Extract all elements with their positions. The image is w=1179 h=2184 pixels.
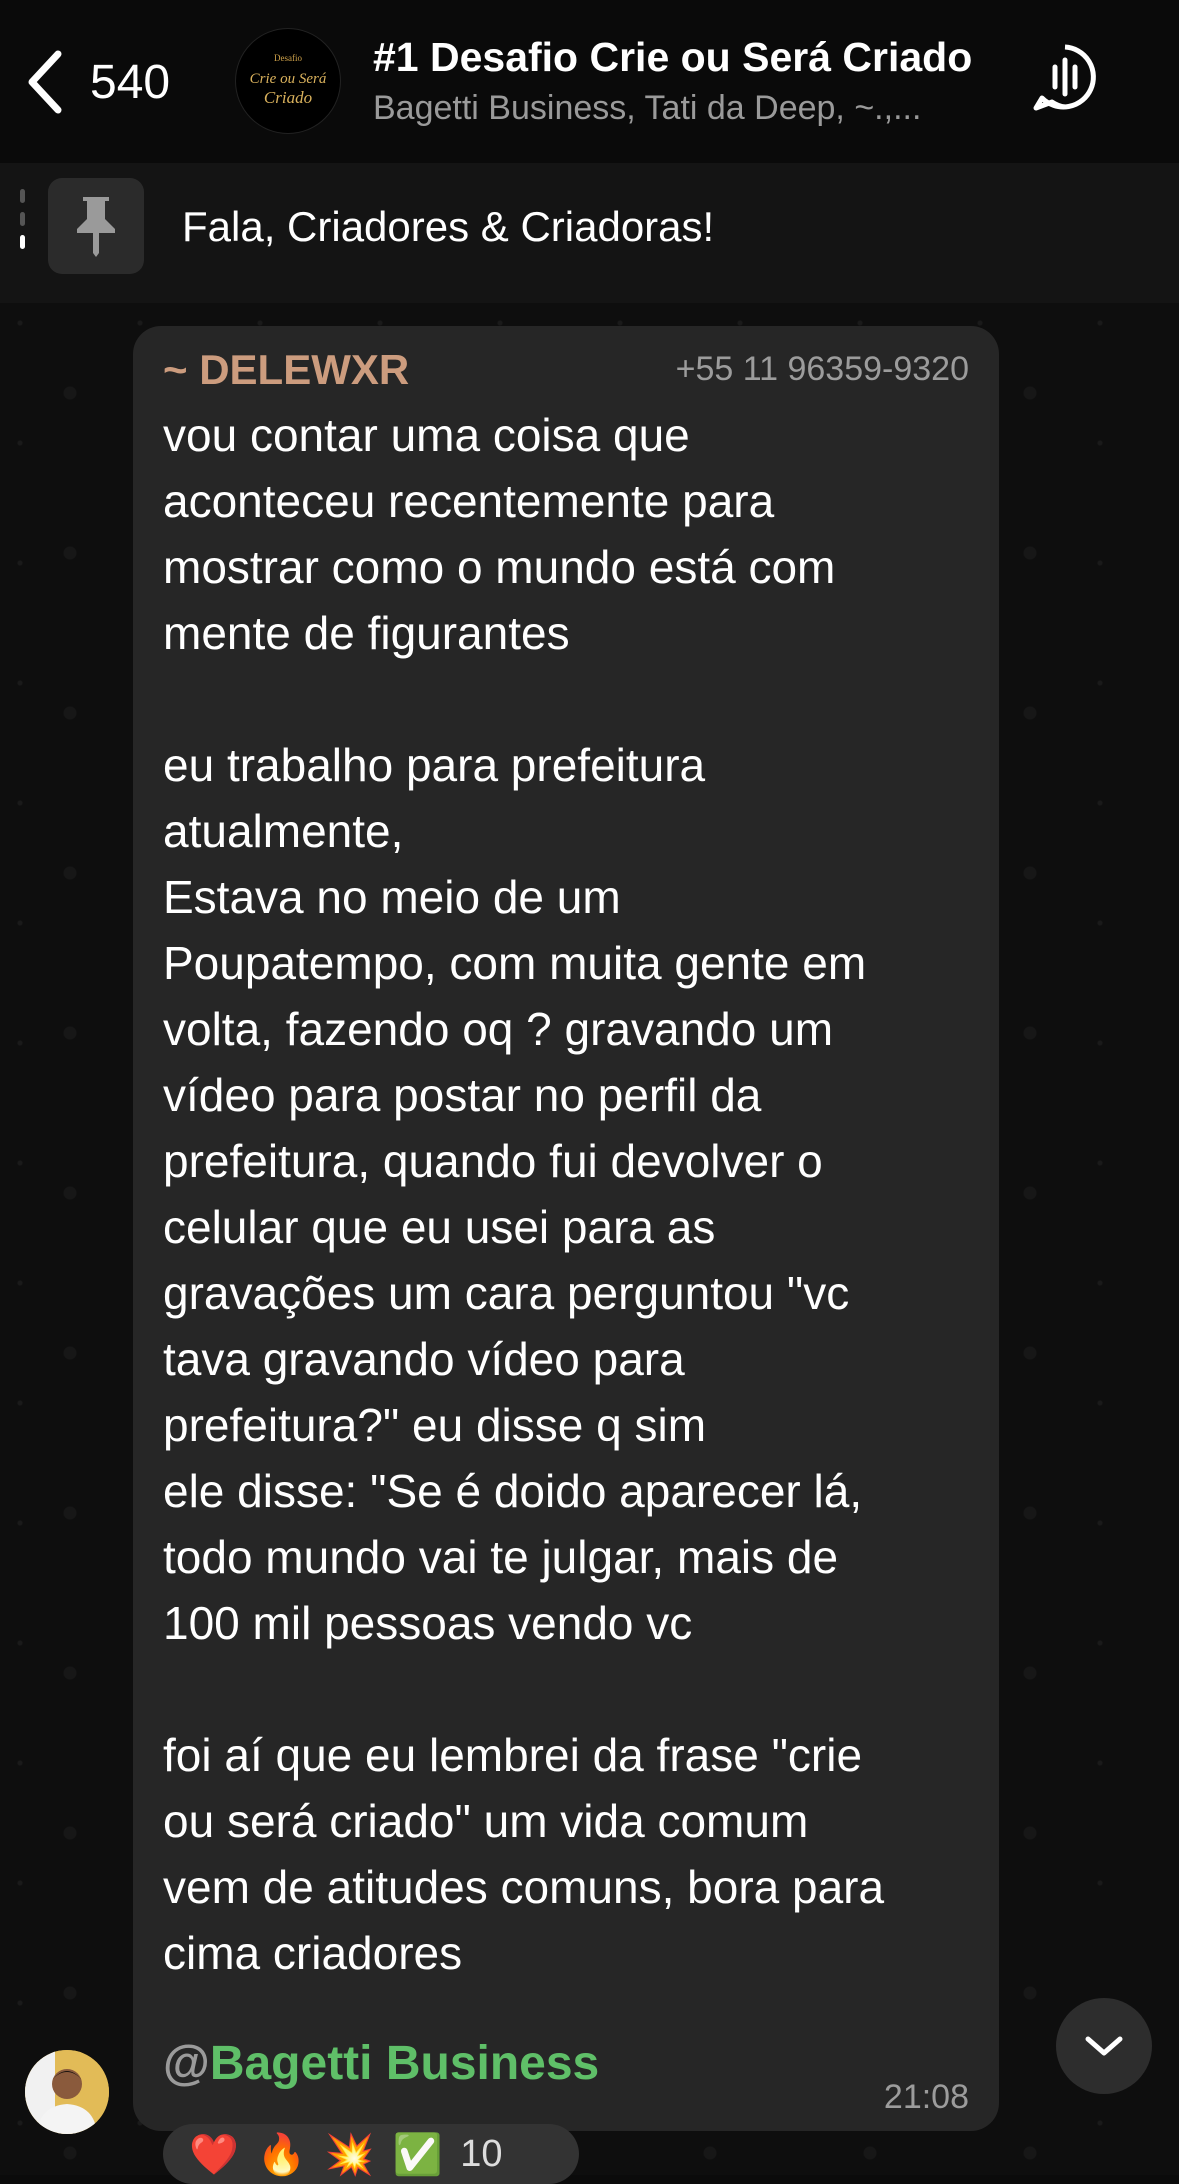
sender-avatar[interactable] (25, 2050, 109, 2134)
group-avatar[interactable]: Desafio Crie ou Será Criado (235, 28, 341, 134)
sender-name[interactable]: ~ DELEWXR (163, 346, 409, 394)
svg-text:Crie ou Será: Crie ou Será (250, 71, 327, 87)
chat-members: Bagetti Business, Tati da Deep, ~.,... (373, 89, 922, 127)
chat-title: #1 Desafio Crie ou Será Criado (373, 34, 973, 80)
chevron-down-icon (1085, 2036, 1123, 2056)
message-time: 21:08 (883, 2078, 969, 2116)
mention[interactable]: @Bagetti Business (163, 2036, 599, 2091)
voice-chat-icon[interactable] (1030, 42, 1100, 112)
group-logo-icon: Desafio Crie ou Será Criado (250, 53, 327, 107)
fire-reaction-icon[interactable]: 🔥 (257, 2131, 307, 2178)
pin-icon (48, 178, 144, 274)
chat-title-block[interactable]: #1 Desafio Crie ou Será Criado Bagetti B… (373, 34, 1013, 128)
heart-reaction-icon[interactable]: ❤️ (189, 2131, 239, 2178)
svg-text:Desafio: Desafio (274, 53, 302, 63)
sender-phone: +55 11 96359-9320 (675, 350, 969, 388)
pinned-text: Fala, Criadores & Criadoras! (182, 203, 715, 250)
pinned-indicator (20, 189, 26, 281)
message-bubble[interactable]: ~ DELEWXR +55 11 96359-9320 vou contar u… (133, 326, 999, 2131)
person-icon (25, 2050, 109, 2134)
message-text: vou contar uma coisa que aconteceu recen… (163, 409, 885, 1979)
pinned-message-bar[interactable]: Fala, Criadores & Criadoras! (0, 163, 1179, 303)
reaction-count: 10 (460, 2132, 503, 2175)
unread-count: 540 (90, 55, 171, 109)
chat-header: 540 Desafio Crie ou Será Criado #1 Desaf… (0, 0, 1179, 163)
check-reaction-icon[interactable]: ✅ (392, 2131, 442, 2178)
scroll-down-button[interactable] (1056, 1998, 1152, 2094)
reactions-bar[interactable]: ❤️ 🔥 💥 ✅ 10 (163, 2124, 579, 2184)
chevron-left-icon (28, 50, 62, 114)
mention-name[interactable]: Bagetti Business (210, 2037, 599, 2090)
back-button[interactable]: 540 (20, 42, 170, 122)
collision-reaction-icon[interactable]: 💥 (325, 2131, 375, 2178)
svg-text:Criado: Criado (264, 88, 312, 107)
